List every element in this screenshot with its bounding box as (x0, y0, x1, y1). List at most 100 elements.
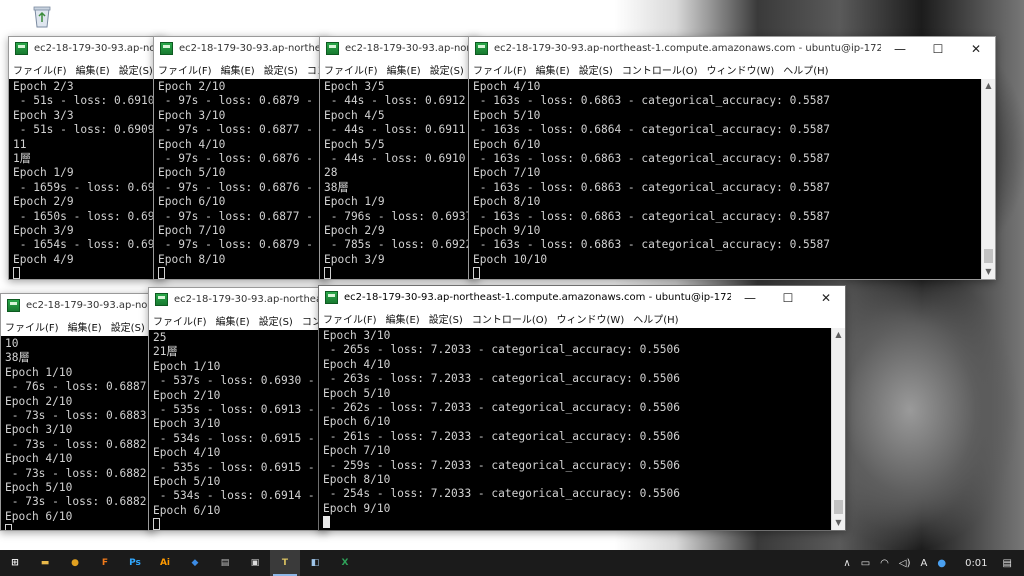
terminal-window-4[interactable]: ec2-18-179-30-93.ap-northeast-1.compute.… (468, 36, 996, 280)
menu-item[interactable]: ファイル(F) (153, 313, 207, 328)
menu-item[interactable]: 編集(E) (68, 319, 102, 334)
terminal-icon: ▣ (250, 558, 260, 568)
window-title-bar[interactable]: ec2-18-179-30-93.ap-northeast-1.compute.… (469, 37, 995, 60)
terminal-output[interactable]: Epoch 2/3 - 51s - loss: 0.6910 - categor… (9, 79, 165, 279)
tray-app-icon[interactable]: ● (937, 558, 946, 569)
notification-center-icon[interactable]: ▤ (1003, 558, 1012, 569)
menu-item[interactable]: 設定(S) (429, 311, 463, 326)
vertical-scrollbar[interactable]: ▲ ▼ (981, 79, 995, 279)
menu-item[interactable]: 設定(S) (579, 62, 613, 77)
terminal-line: Epoch 4/10 (153, 446, 221, 460)
taskbar-start-button[interactable]: ⊞ (0, 550, 30, 576)
terminal-window-2[interactable]: ec2-18-179-30-93.ap-northeast-1.compute.… (153, 36, 329, 280)
taskbar-terminal-button[interactable]: ▣ (240, 550, 270, 576)
terminal-line: - 97s - loss: 0.6876 - categorical_accur… (164, 180, 328, 194)
menu-item[interactable]: ファイル(F) (5, 319, 59, 334)
teraterm-icon (475, 42, 488, 55)
taskbar-chrome-button[interactable]: ● (60, 550, 90, 576)
menu-item[interactable]: ヘルプ(H) (783, 62, 828, 77)
system-tray: ∧ ▭ ◠ ◁) A ● 0:01 ▤ (838, 550, 1024, 576)
visual-studio-icon: ◆ (191, 558, 199, 568)
window-title: ec2-18-179-30-93.ap-northeast-1.compute.… (494, 43, 881, 54)
window-title-bar[interactable]: ec2-18-179-30-93.ap-northeast-1.compute.… (319, 286, 845, 309)
menu-item[interactable]: 設定(S) (430, 62, 464, 77)
menu-item[interactable]: ファイル(F) (323, 311, 377, 326)
terminal-output[interactable]: Epoch 2/10 - 97s - loss: 0.6879 - catego… (154, 79, 328, 279)
menu-item[interactable]: 設定(S) (264, 62, 298, 77)
scroll-up-arrow-icon[interactable]: ▲ (832, 328, 845, 342)
menu-item[interactable]: ウィンドウ(W) (557, 311, 625, 326)
terminal-line: Epoch 1/9 (324, 195, 385, 209)
terminal-window-7[interactable]: ec2-18-179-30-93.ap-northeast-1.compute.… (318, 285, 846, 531)
menu-item[interactable]: 編集(E) (76, 62, 110, 77)
minimize-button[interactable]: — (881, 37, 919, 60)
scroll-up-arrow-icon[interactable]: ▲ (982, 79, 995, 93)
menu-item[interactable]: 編集(E) (387, 62, 421, 77)
terminal-line: - 73s - loss: 0.6882 - categorical_accur… (11, 466, 154, 480)
terminal-line: Epoch 4/10 (473, 80, 541, 93)
menu-bar: ファイル(F) 編集(E) 設定(S) コントロール(O) ウィンドウ(W) ヘルプ(H) (319, 309, 845, 328)
scrollbar-thumb[interactable] (984, 249, 993, 263)
tray-battery-icon[interactable]: ▭ (861, 558, 870, 569)
close-button[interactable]: ✕ (807, 286, 845, 309)
menu-item[interactable]: 編集(E) (216, 313, 250, 328)
taskbar-illustrator-button[interactable]: Ai (150, 550, 180, 576)
menu-item[interactable]: 設定(S) (259, 313, 293, 328)
maximize-button[interactable]: ☐ (769, 286, 807, 309)
terminal-output[interactable]: Epoch 3/5 - 44s - loss: 0.6912 - categor… (320, 79, 478, 279)
taskbar-notebook-button[interactable]: ◧ (300, 550, 330, 576)
menu-item[interactable]: ファイル(F) (324, 62, 378, 77)
menu-item[interactable]: コントロール(O) (472, 311, 548, 326)
terminal-line: Epoch 1/10 (153, 359, 221, 373)
window-title: ec2-18-179-30-93.ap-northeast-1.compute.… (174, 294, 327, 305)
menu-item[interactable]: 編集(E) (536, 62, 570, 77)
menu-item[interactable]: ファイル(F) (158, 62, 212, 77)
menu-item[interactable]: ヘルプ(H) (633, 311, 678, 326)
clock[interactable]: 0:01 (965, 558, 987, 569)
terminal-window-6[interactable]: ec2-18-179-30-93.ap-northeast-1.compute.… (148, 287, 328, 531)
terminal-line: - 163s - loss: 0.6863 - categorical_accu… (473, 152, 830, 166)
close-button[interactable]: ✕ (957, 37, 995, 60)
menu-item[interactable]: 編集(E) (221, 62, 255, 77)
scrollbar-thumb[interactable] (834, 500, 843, 514)
window-title-bar[interactable]: ec2-18-179-30-93.ap-northeast-1.compute.… (9, 37, 165, 60)
minimize-button[interactable]: — (731, 286, 769, 309)
taskbar-visual-studio-button[interactable]: ◆ (180, 550, 210, 576)
taskbar-teraterm-button[interactable]: T (270, 550, 300, 576)
scroll-down-arrow-icon[interactable]: ▼ (982, 265, 995, 279)
menu-item[interactable]: コントロール(O) (622, 62, 698, 77)
scroll-down-arrow-icon[interactable]: ▼ (832, 516, 845, 530)
terminal-cursor (323, 516, 330, 529)
menu-item[interactable]: 設定(S) (111, 319, 145, 334)
window-title-bar[interactable]: ec2-18-179-30-93.ap-northeast-1.compute.… (154, 37, 328, 60)
tray-overflow-icon[interactable]: ∧ (843, 558, 850, 569)
terminal-output[interactable]: 25 21層 Epoch 1/10 - 537s - loss: 0.6930 - … (149, 330, 327, 530)
menu-item[interactable]: ウィンドウ(W) (707, 62, 775, 77)
terminal-output[interactable]: Epoch 4/10 - 163s - loss: 0.6863 - categ… (469, 79, 981, 279)
recycle-bin-icon[interactable] (30, 3, 54, 29)
tray-ime-icon[interactable]: A (921, 558, 928, 569)
terminal-output[interactable]: Epoch 3/10 - 265s - loss: 7.2033 - categ… (319, 328, 831, 530)
window-title-bar[interactable]: ec2-18-179-30-93.ap-northeast-1.compute.… (320, 37, 478, 60)
menu-item[interactable]: ファイル(F) (13, 62, 67, 77)
window-title-bar[interactable]: ec2-18-179-30-93.ap-northeast-1.compute.… (149, 288, 327, 311)
maximize-button[interactable]: ☐ (919, 37, 957, 60)
terminal-window-1[interactable]: ec2-18-179-30-93.ap-northeast-1.compute.… (8, 36, 166, 280)
taskbar-excel-button[interactable]: X (330, 550, 360, 576)
terminal-window-3[interactable]: ec2-18-179-30-93.ap-northeast-1.compute.… (319, 36, 479, 280)
terminal-line: - 163s - loss: 0.6863 - categorical_accu… (473, 209, 830, 223)
menu-item[interactable]: ファイル(F) (473, 62, 527, 77)
terminal-window-5[interactable]: ec2-18-179-30-93.ap-northeast-1.compute.… (0, 293, 155, 531)
taskbar-fortran-app-button[interactable]: F (90, 550, 120, 576)
taskbar-printer-button[interactable]: ▤ (210, 550, 240, 576)
taskbar-photoshop-button[interactable]: Ps (120, 550, 150, 576)
tray-volume-icon[interactable]: ◁) (899, 558, 911, 569)
terminal-output[interactable]: 1038層Epoch 1/10 - 76s - loss: 0.6887 - c… (1, 336, 154, 530)
window-title-bar[interactable]: ec2-18-179-30-93.ap-northeast-1.compute.… (1, 294, 154, 317)
vertical-scrollbar[interactable]: ▲ ▼ (831, 328, 845, 530)
menu-item[interactable]: 設定(S) (119, 62, 153, 77)
tray-wifi-icon[interactable]: ◠ (880, 558, 889, 569)
taskbar-file-explorer-button[interactable]: ▬ (30, 550, 60, 576)
terminal-line: - 44s - loss: 0.6912 - categorical_accur… (330, 94, 478, 108)
menu-item[interactable]: 編集(E) (386, 311, 420, 326)
